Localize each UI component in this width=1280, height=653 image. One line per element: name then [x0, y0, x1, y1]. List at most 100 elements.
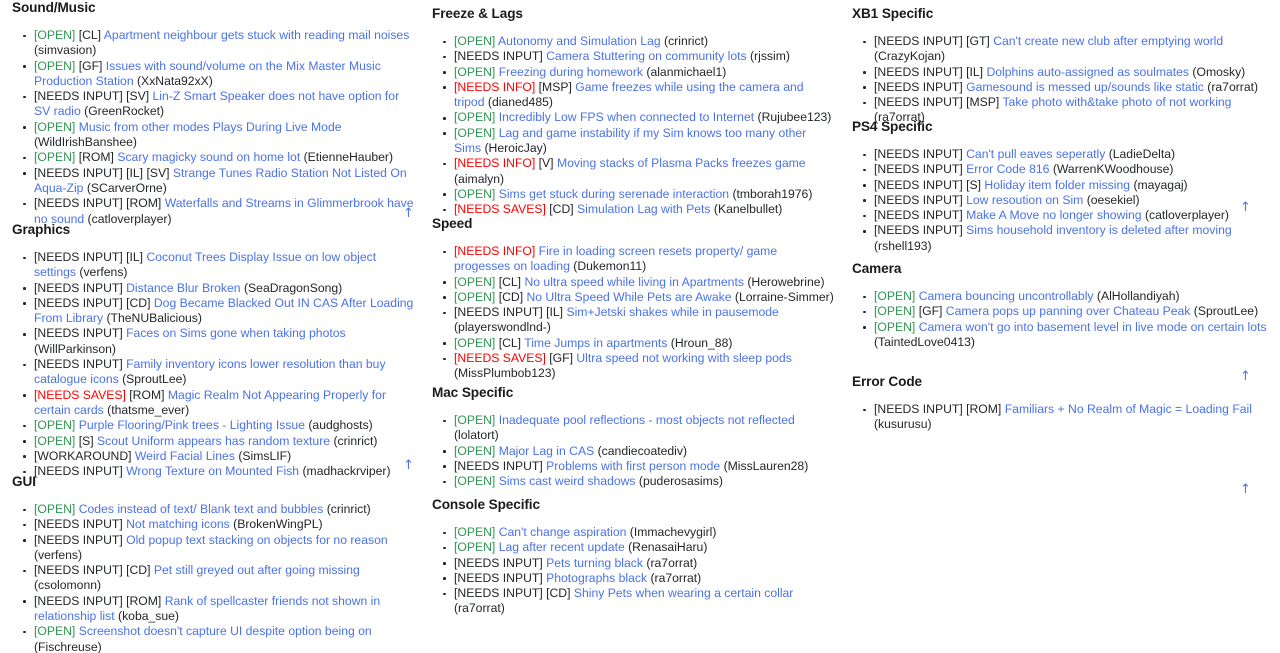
issue-reporter: (ra7orrat) [454, 601, 505, 616]
status-tag: [NEEDS INFO] [454, 79, 536, 94]
issue-item: [OPEN] [S] Scout Uniform appears has ran… [0, 434, 420, 449]
status-tag: [CD] [126, 295, 151, 310]
status-tag: [OPEN] [454, 474, 496, 489]
issue-reporter: (lolatort) [454, 428, 499, 443]
issue-title-link[interactable]: Autonomy and Simulation Lag [498, 34, 661, 48]
status-tag: [OPEN] [34, 502, 76, 516]
issue-item: [NEEDS INPUT] Distance Blur Broken (SeaD… [0, 281, 420, 296]
issue-title-link[interactable]: Moving stacks of Plasma Packs freezes ga… [557, 156, 806, 170]
issue-reporter: (GreenRocket) [84, 104, 165, 119]
issue-title-link[interactable]: Photographs black [546, 571, 647, 585]
issue-reporter: (MissLauren28) [723, 458, 809, 473]
issue-title-link[interactable]: Camera Stuttering on community lots [546, 49, 747, 63]
issue-title-link[interactable]: Scout Uniform appears has random texture [97, 434, 330, 448]
issue-item: [NEEDS INPUT] [ROM] Familiars + No Realm… [840, 402, 1280, 433]
back-to-top-arrow[interactable]: ↑ [403, 459, 414, 472]
issue-title-link[interactable]: Gamesound is messed up/sounds like stati… [966, 80, 1204, 94]
issue-title-link[interactable]: Music from other modes Plays During Live… [79, 120, 342, 134]
issue-title-link[interactable]: Simulation Lag with Pets [577, 202, 710, 216]
issue-title-link[interactable]: Sim+Jetski shakes while in pausemode [566, 305, 778, 319]
status-tag: [NEEDS INPUT] [454, 555, 543, 570]
issue-title-link[interactable]: Old popup text stacking on objects for n… [126, 533, 388, 547]
section-speed: Speed [NEEDS INFO] Fire in loading screen… [420, 216, 840, 382]
issue-title-link[interactable]: Time Jumps in apartments [524, 336, 667, 350]
issue-reporter: (puderosasims) [638, 474, 723, 489]
issue-title-link[interactable]: Distance Blur Broken [126, 281, 240, 295]
issue-item: [NEEDS INPUT] [ROM] Rank of spellcaster … [0, 594, 420, 625]
status-tag: [OPEN] [454, 525, 496, 539]
issue-title-link[interactable]: Camera pops up panning over Chateau Peak [946, 304, 1191, 318]
issue-title-link[interactable]: Purple Flooring/Pink trees - Lighting Is… [79, 418, 305, 432]
issue-title-link[interactable]: Inadequate pool reflections - most objec… [499, 413, 795, 427]
issue-item: [OPEN] Lag after recent update (RenasaiH… [420, 540, 840, 555]
section-sound-music: Sound/Music [OPEN] [CL] Apartment neighbo… [0, 0, 420, 227]
issue-title-link[interactable]: Make A Move no longer showing [966, 208, 1141, 222]
status-tag: [IL] [126, 165, 144, 180]
issue-title-link[interactable]: Scary magicky sound on home lot [117, 150, 300, 164]
issue-reporter: (rjssim) [750, 49, 790, 64]
status-tag: [OPEN] [454, 274, 496, 289]
issue-title-link[interactable]: Codes instead of text/ Blank text and bu… [79, 502, 324, 516]
status-tag: [SV] [126, 89, 150, 104]
issue-title-link[interactable]: Lag after recent update [499, 540, 625, 554]
issue-title-link[interactable]: Take photo with&take photo of not workin… [1002, 95, 1231, 109]
status-tag: [NEEDS INPUT] [874, 79, 963, 94]
section-camera: Camera [OPEN] Camera bouncing uncontrolla… [840, 261, 1280, 350]
issue-reporter: (rshell193) [874, 238, 932, 253]
status-tag: [NEEDS SAVES] [454, 202, 546, 217]
issue-title-link[interactable]: Familiars + No Realm of Magic = Loading … [1005, 402, 1252, 416]
issue-title-link[interactable]: Ultra speed not working with sleep pods [576, 351, 791, 365]
issue-title-link[interactable]: Low resoution on Sim [966, 193, 1083, 207]
issue-title-link[interactable]: Shiny Pets when wearing a certain collar [574, 586, 794, 600]
issue-title-link[interactable]: Faces on Sims gone when taking photos [126, 326, 346, 340]
issue-title-link[interactable]: Major Lag in CAS [499, 444, 595, 458]
issue-title-link[interactable]: Apartment neighbour gets stuck with read… [104, 28, 410, 42]
status-tag: [NEEDS INPUT] [34, 196, 123, 211]
issue-item: [OPEN] Screenshot doesn't capture UI des… [0, 624, 420, 653]
issue-title-link[interactable]: Holiday item folder missing [984, 178, 1130, 192]
issue-title-link[interactable]: Freezing during homework [499, 65, 643, 79]
status-tag: [NEEDS INPUT] [454, 305, 543, 320]
issue-reporter: (MissPlumbob123) [454, 366, 556, 381]
issue-reporter: (crinrict) [333, 433, 378, 448]
issue-title-link[interactable]: Pet still greyed out after going missing [154, 563, 360, 577]
section-heading: Speed [432, 216, 473, 231]
status-tag: [ROM] [78, 150, 114, 165]
issue-title-link[interactable]: Sims cast weird shadows [499, 474, 636, 488]
issue-reporter: (TheNUBalicious) [106, 311, 202, 326]
issue-item: [NEEDS INPUT] Low resoution on Sim (oese… [840, 193, 1280, 208]
back-to-top-arrow[interactable]: ↑ [403, 207, 414, 220]
issue-item: [NEEDS INPUT] Error Code 816 (WarrenKWoo… [840, 162, 1280, 177]
issue-title-link[interactable]: Not matching icons [126, 517, 230, 531]
section-heading: Freeze & Lags [432, 6, 523, 21]
issue-title-link[interactable]: Weird Facial Lines [135, 449, 235, 463]
status-tag: [CD] [549, 202, 574, 217]
issue-reporter: (SCarverOrne) [86, 180, 167, 195]
status-tag: [ROM] [129, 387, 165, 402]
issue-title-link[interactable]: No Ultra Speed While Pets are Awake [526, 290, 731, 304]
issue-title-link[interactable]: Camera won't go into basement level in l… [919, 320, 1267, 334]
issue-item: [OPEN] [GF] Camera pops up panning over … [840, 304, 1280, 319]
issue-title-link[interactable]: Sims household inventory is deleted afte… [966, 223, 1232, 237]
status-tag: [NEEDS INPUT] [874, 162, 963, 177]
issue-title-link[interactable]: Problems with first person mode [546, 459, 720, 473]
issue-title-link[interactable]: Can't pull eaves seperatly [966, 147, 1105, 161]
issue-title-link[interactable]: Sims get stuck during serenade interacti… [499, 187, 729, 201]
issue-title-link[interactable]: Can't change aspiration [499, 525, 627, 539]
issue-item: [NEEDS INPUT] [GT] Can't create new club… [840, 34, 1280, 65]
issue-title-link[interactable]: Incredibly Low FPS when connected to Int… [499, 110, 754, 124]
issue-reporter: (ra7orrat) [646, 555, 698, 570]
status-tag: [SV] [146, 165, 170, 180]
issue-title-link[interactable]: Camera bouncing uncontrollably [919, 289, 1094, 303]
status-tag: [NEEDS INPUT] [454, 586, 543, 601]
issue-item: [NEEDS INFO] Fire in loading screen rese… [420, 244, 840, 275]
issue-title-link[interactable]: Dolphins auto-assigned as soulmates [986, 65, 1189, 79]
issue-title-link[interactable]: Error Code 816 [966, 162, 1049, 176]
status-tag: [OPEN] [34, 624, 76, 639]
issue-title-link[interactable]: Pets turning black [546, 556, 643, 570]
issue-title-link[interactable]: Screenshot doesn't capture UI despite op… [79, 624, 372, 638]
issue-reporter: (SimsLIF) [238, 448, 292, 463]
issue-title-link[interactable]: Can't create new club after emptying wor… [993, 34, 1223, 48]
issue-title-link[interactable]: No ultra speed while living in Apartment… [524, 275, 744, 289]
